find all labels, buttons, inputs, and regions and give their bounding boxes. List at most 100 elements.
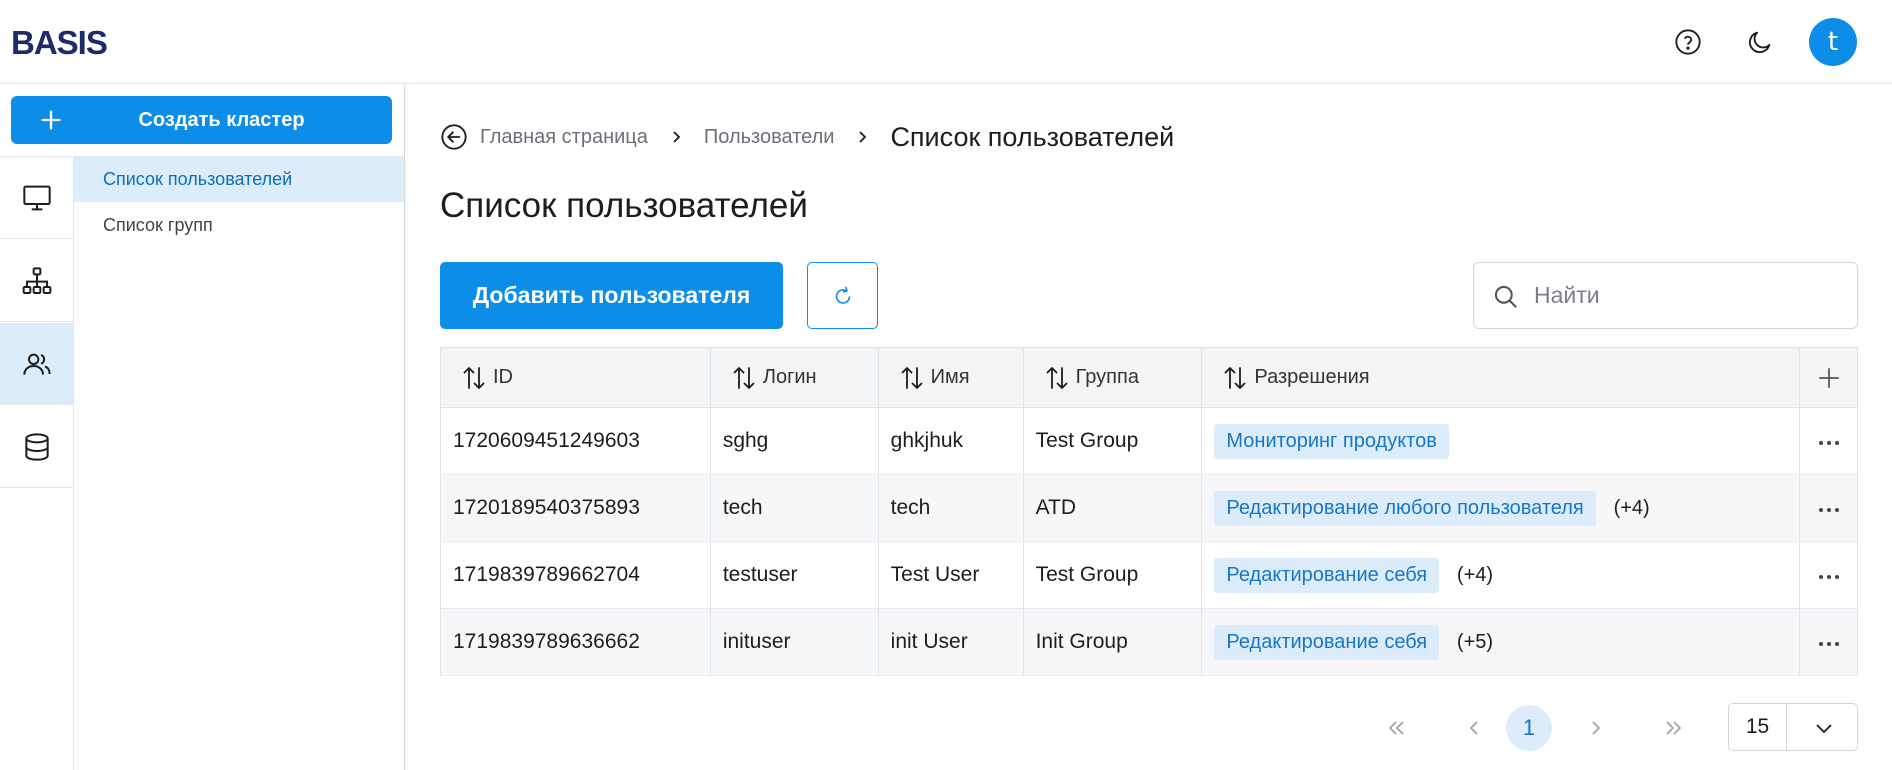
permission-tag: Редактирование любого пользователя bbox=[1214, 490, 1596, 526]
top-header: BASIS t bbox=[0, 0, 1892, 84]
moon-icon bbox=[1748, 31, 1771, 54]
hierarchy-icon bbox=[22, 266, 51, 294]
basis-logo[interactable]: BASIS bbox=[11, 27, 133, 57]
cell-permissions: Мониторинг продуктов bbox=[1201, 407, 1801, 475]
subnav-item-user-list[interactable]: Список пользователей bbox=[74, 156, 404, 202]
column-header-name[interactable]: Имя bbox=[878, 347, 1024, 408]
column-header-id[interactable]: ID bbox=[440, 347, 711, 408]
cell-name: init User bbox=[878, 608, 1024, 676]
table-row[interactable]: 1720609451249603 sghg ghkjhuk Test Group… bbox=[440, 407, 1858, 475]
subnav-item-group-list[interactable]: Список групп bbox=[74, 202, 404, 248]
chevron-left-icon bbox=[1469, 721, 1478, 735]
breadcrumb: Главная страница Пользователи Список пол… bbox=[440, 120, 1174, 154]
back-arrow-icon[interactable] bbox=[440, 123, 468, 151]
column-header-group[interactable]: Группа bbox=[1023, 347, 1203, 408]
cell-group: Test Group bbox=[1023, 541, 1203, 609]
breadcrumb-home[interactable]: Главная страница bbox=[480, 126, 648, 149]
permission-extra-count[interactable]: (+4) bbox=[1614, 497, 1650, 519]
sort-icon bbox=[1046, 366, 1067, 389]
more-icon[interactable] bbox=[1817, 439, 1841, 447]
cell-login: inituser bbox=[710, 608, 879, 676]
theme-toggle-button[interactable] bbox=[1738, 20, 1782, 64]
icon-rail bbox=[0, 156, 74, 770]
rail-item-monitoring[interactable] bbox=[0, 157, 73, 239]
column-label: Имя bbox=[930, 366, 970, 388]
more-icon[interactable] bbox=[1817, 573, 1841, 581]
refresh-icon bbox=[835, 286, 850, 304]
rail-item-clusters[interactable] bbox=[0, 240, 73, 322]
cell-actions bbox=[1799, 407, 1858, 475]
column-label: ID bbox=[493, 366, 513, 388]
page-title: Список пользователей bbox=[440, 186, 808, 225]
table-row[interactable]: 1720189540375893 tech tech ATD Редактиро… bbox=[440, 474, 1858, 542]
svg-text:BASIS: BASIS bbox=[11, 27, 107, 57]
user-avatar[interactable]: t bbox=[1809, 18, 1857, 66]
cell-permissions: Редактирование себя (+4) bbox=[1201, 541, 1801, 609]
rail-item-users[interactable] bbox=[0, 323, 73, 405]
table-header-row: ID Логин Имя Группа Разрешения bbox=[440, 347, 1858, 408]
cell-group: Test Group bbox=[1023, 407, 1203, 475]
cell-name: tech bbox=[878, 474, 1024, 542]
column-header-login[interactable]: Логин bbox=[710, 347, 879, 408]
more-icon[interactable] bbox=[1817, 640, 1841, 648]
column-header-permissions[interactable]: Разрешения bbox=[1201, 347, 1801, 408]
sort-icon bbox=[1225, 366, 1246, 389]
sort-icon bbox=[463, 366, 485, 389]
add-column-icon[interactable] bbox=[1816, 365, 1842, 391]
cell-id: 1720609451249603 bbox=[440, 407, 711, 475]
column-label: Логин bbox=[762, 366, 817, 388]
database-icon bbox=[24, 432, 49, 461]
cell-group: ATD bbox=[1023, 474, 1203, 542]
first-page-button[interactable] bbox=[1373, 705, 1419, 751]
pagination: 1 15 bbox=[440, 703, 1858, 753]
chevron-right-icon bbox=[1592, 721, 1601, 735]
double-chevron-left-icon bbox=[1388, 721, 1404, 735]
chevron-right-icon bbox=[673, 131, 681, 143]
prev-page-button[interactable] bbox=[1451, 705, 1497, 751]
rail-item-storage[interactable] bbox=[0, 406, 73, 488]
add-column-cell bbox=[1799, 347, 1858, 408]
cell-login: tech bbox=[710, 474, 879, 542]
users-icon bbox=[22, 353, 51, 375]
cell-login: testuser bbox=[710, 541, 879, 609]
users-table: ID Логин Имя Группа Разрешения 172060945… bbox=[440, 347, 1858, 676]
refresh-button[interactable] bbox=[807, 262, 878, 329]
create-cluster-button[interactable]: Создать кластер bbox=[11, 96, 392, 144]
search-icon bbox=[1494, 285, 1517, 308]
breadcrumb-current: Список пользователей bbox=[890, 121, 1175, 152]
cell-permissions: Редактирование любого пользователя (+4) bbox=[1201, 474, 1801, 542]
cell-group: Init Group bbox=[1023, 608, 1203, 676]
sort-icon bbox=[901, 366, 923, 389]
cell-name: Test User bbox=[878, 541, 1024, 609]
column-label: Группа bbox=[1075, 366, 1139, 388]
help-icon bbox=[1675, 29, 1701, 55]
breadcrumb-users[interactable]: Пользователи bbox=[704, 126, 835, 149]
table-row[interactable]: 1719839789662704 testuser Test User Test… bbox=[440, 541, 1858, 609]
help-button[interactable] bbox=[1666, 20, 1710, 64]
users-subnav: Список пользователей Список групп bbox=[74, 156, 404, 248]
permission-extra-count[interactable]: (+4) bbox=[1457, 564, 1493, 586]
cell-id: 1719839789662704 bbox=[440, 541, 711, 609]
more-icon[interactable] bbox=[1817, 506, 1841, 514]
last-page-button[interactable] bbox=[1651, 705, 1697, 751]
chevron-down-icon bbox=[1816, 724, 1832, 734]
search-box bbox=[1473, 262, 1858, 329]
double-chevron-right-icon bbox=[1666, 721, 1682, 735]
subnav-label: Список групп bbox=[103, 214, 213, 235]
cell-id: 1720189540375893 bbox=[440, 474, 711, 542]
page-size-select[interactable]: 15 bbox=[1728, 703, 1858, 751]
column-label: Разрешения bbox=[1254, 366, 1370, 388]
cell-actions bbox=[1799, 541, 1858, 609]
monitor-icon bbox=[22, 185, 51, 210]
page-button-current[interactable]: 1 bbox=[1506, 705, 1552, 751]
permission-tag: Мониторинг продуктов bbox=[1214, 423, 1449, 459]
search-input[interactable] bbox=[1534, 263, 1844, 328]
cell-actions bbox=[1799, 608, 1858, 676]
next-page-button[interactable] bbox=[1573, 705, 1619, 751]
cell-name: ghkjhuk bbox=[878, 407, 1024, 475]
page-size-value: 15 bbox=[1729, 704, 1787, 750]
permission-extra-count[interactable]: (+5) bbox=[1457, 631, 1493, 653]
table-row[interactable]: 1719839789636662 inituser init User Init… bbox=[440, 608, 1858, 676]
sort-icon bbox=[733, 366, 755, 389]
add-user-button[interactable]: Добавить пользователя bbox=[440, 262, 783, 329]
